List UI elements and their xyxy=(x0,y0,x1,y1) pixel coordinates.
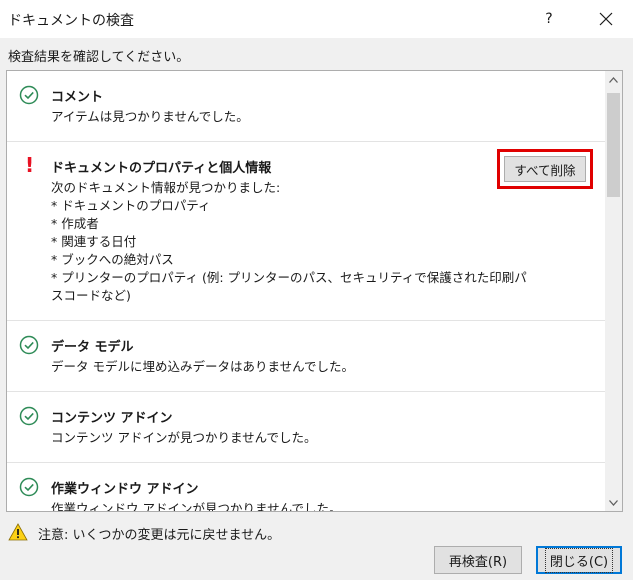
title-bar: ドキュメントの検査 ? xyxy=(0,0,633,38)
recheck-button[interactable]: 再検査(R) xyxy=(434,546,522,574)
check-circle-icon xyxy=(19,335,39,355)
remove-all-highlight: すべて削除 xyxy=(497,149,593,189)
close-button[interactable]: 閉じる(C) xyxy=(536,546,622,574)
scroll-thumb[interactable] xyxy=(607,93,620,197)
section-title: コンテンツ アドイン xyxy=(51,411,173,426)
section-description-line: * プリンターのプロパティ (例: プリンターのパス、セキュリティで保護された印… xyxy=(51,270,527,285)
close-label: 閉じる(C) xyxy=(544,547,614,573)
results-list[interactable]: コメント アイテムは見つかりませんでした。 ! ドキュメントのプロパティと個人情… xyxy=(6,70,623,512)
section-description-line: * 関連する日付 xyxy=(51,234,137,249)
section-title: 作業ウィンドウ アドイン xyxy=(51,482,199,497)
section-description: アイテムは見つかりませんでした。 xyxy=(51,109,249,124)
remove-all-button[interactable]: すべて削除 xyxy=(504,156,586,182)
section-title: コメント xyxy=(51,90,104,105)
notice-text: 注意: いくつかの変更は元に戻せません。 xyxy=(38,528,281,543)
close-icon xyxy=(599,12,613,26)
section-content-addins: コンテンツ アドイン コンテンツ アドインが見つかりませんでした。 xyxy=(7,392,605,462)
warning-triangle-icon xyxy=(8,523,28,541)
recheck-label: 再検査(R) xyxy=(448,554,508,570)
scroll-up-button[interactable] xyxy=(605,71,622,88)
exclamation-icon: ! xyxy=(25,153,35,177)
check-circle-icon xyxy=(19,85,39,105)
section-description-line: * ドキュメントのプロパティ xyxy=(51,198,211,213)
section-comments: コメント アイテムは見つかりませんでした。 xyxy=(7,71,605,141)
section-description-line: * 作成者 xyxy=(51,216,99,231)
chevron-up-icon xyxy=(609,76,618,83)
instruction-text: 検査結果を確認してください。 xyxy=(8,50,190,65)
help-button[interactable]: ? xyxy=(530,4,568,34)
section-description-line: 次のドキュメント情報が見つかりました: xyxy=(51,180,281,195)
section-title: ドキュメントのプロパティと個人情報 xyxy=(51,161,272,176)
section-description-line: * ブックへの絶対パス xyxy=(51,252,174,267)
section-description-line: スコードなど) xyxy=(51,288,131,303)
section-description: コンテンツ アドインが見つかりませんでした。 xyxy=(51,430,317,445)
section-title: データ モデル xyxy=(51,340,134,355)
help-icon: ? xyxy=(545,11,553,27)
section-taskpane-addins: 作業ウィンドウ アドイン 作業ウィンドウ アドインが見つかりませんでした。 xyxy=(7,463,605,511)
vertical-scrollbar[interactable] xyxy=(605,71,622,511)
scroll-down-button[interactable] xyxy=(605,494,622,511)
section-description: データ モデルに埋め込みデータはありませんでした。 xyxy=(51,359,354,374)
check-circle-icon xyxy=(19,477,39,497)
window-close-button[interactable] xyxy=(586,4,626,34)
section-data-model: データ モデル データ モデルに埋め込みデータはありませんでした。 xyxy=(7,321,605,391)
window-title: ドキュメントの検査 xyxy=(8,13,134,29)
section-description: 作業ウィンドウ アドインが見つかりませんでした。 xyxy=(51,501,342,511)
check-circle-icon xyxy=(19,406,39,426)
chevron-down-icon xyxy=(609,499,618,506)
